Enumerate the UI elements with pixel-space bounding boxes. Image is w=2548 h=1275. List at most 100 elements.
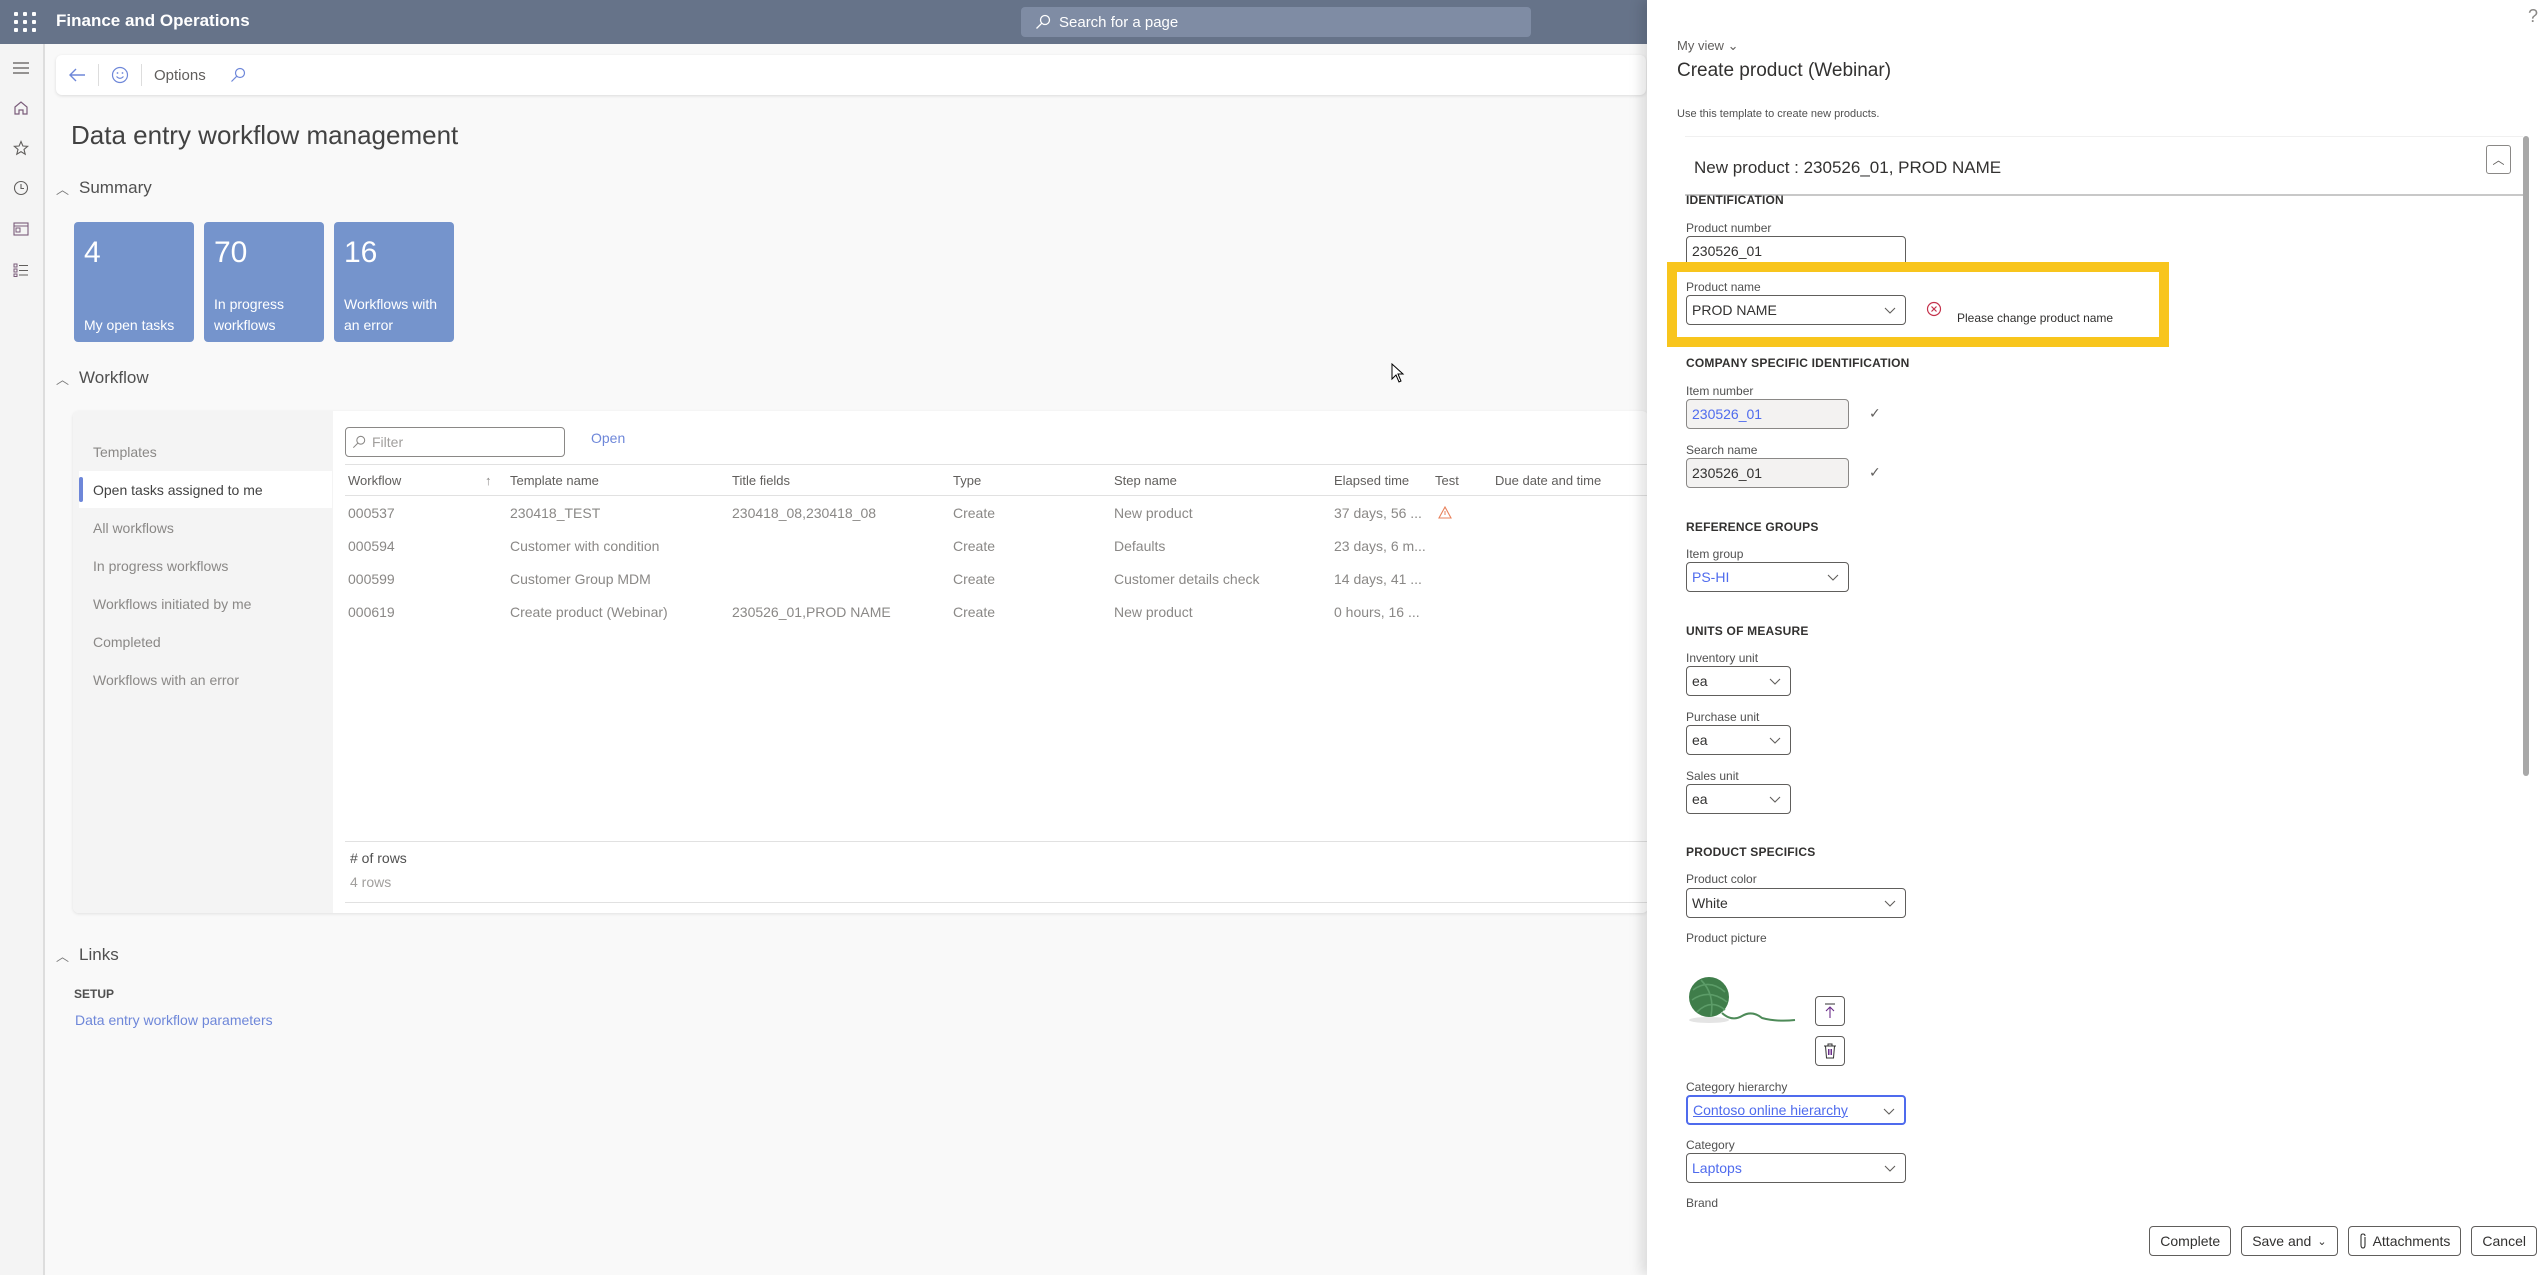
delete-picture-button[interactable] xyxy=(1815,1036,1845,1066)
table-row[interactable]: 000619 Create product (Webinar) 230526_01,… xyxy=(345,595,1648,628)
workspaces-icon[interactable] xyxy=(11,219,31,239)
home-icon[interactable] xyxy=(11,98,31,118)
cell-type: Create xyxy=(953,570,996,587)
feedback-button[interactable] xyxy=(99,55,141,95)
open-button[interactable]: Open xyxy=(591,430,625,446)
category-hierarchy-select[interactable]: Contoso online hierarchy xyxy=(1686,1095,1906,1125)
grid-footer: # of rows 4 rows xyxy=(345,841,1648,903)
filter-input[interactable]: Filter xyxy=(345,427,565,457)
group-reference-groups: REFERENCE GROUPS xyxy=(1686,520,1819,534)
table-row[interactable]: 000594 Customer with condition Create Defau… xyxy=(345,529,1648,562)
product-name-select[interactable]: PROD NAME xyxy=(1686,295,1906,325)
table-row[interactable]: 000599 Customer Group MDM Create Customer d… xyxy=(345,562,1648,595)
product-name-label: Product name xyxy=(1686,280,1761,294)
column-header-elapsed-time[interactable]: Elapsed time xyxy=(1334,465,1409,495)
group-units-of-measure: UNITS OF MEASURE xyxy=(1686,624,1809,638)
column-header-due-date[interactable]: Due date and time xyxy=(1495,465,1601,495)
back-arrow-icon xyxy=(69,68,85,82)
workflow-side-nav: Templates Open tasks assigned to me All … xyxy=(73,411,333,913)
sort-ascending-icon[interactable]: ↑ xyxy=(485,465,492,495)
group-company-specific: COMPANY SPECIFIC IDENTIFICATION xyxy=(1686,356,1910,370)
product-color-select[interactable]: White xyxy=(1686,888,1906,918)
category-hierarchy-value: Contoso online hierarchy xyxy=(1693,1102,1848,1118)
chevron-up-icon: ︿ xyxy=(56,948,70,964)
save-and-label: Save and xyxy=(2252,1233,2312,1249)
side-item-initiated-by-me[interactable]: Workflows initiated by me xyxy=(79,585,332,622)
column-header-type[interactable]: Type xyxy=(953,465,981,495)
options-tab[interactable]: Options xyxy=(142,55,218,95)
workflow-section-header[interactable]: ︿ Workflow xyxy=(56,368,149,388)
sales-unit-select[interactable]: ea xyxy=(1686,784,1791,814)
my-view-label: My view xyxy=(1677,38,1724,53)
cell-template-name: Customer with condition xyxy=(510,537,660,554)
attachments-button[interactable]: Attachments xyxy=(2347,1226,2462,1256)
product-number-value: 230526_01 xyxy=(1692,243,1763,259)
side-item-open-tasks[interactable]: Open tasks assigned to me xyxy=(79,471,332,508)
group-identification: IDENTIFICATION xyxy=(1686,193,1784,207)
table-row[interactable]: 000537 230418_TEST 230418_08,230418_08 Crea… xyxy=(345,496,1648,529)
side-item-templates[interactable]: Templates xyxy=(79,433,332,470)
save-and-button[interactable]: Save and ⌄ xyxy=(2241,1226,2338,1256)
column-header-template-name[interactable]: Template name xyxy=(510,465,599,495)
panel-title: Create product (Webinar) xyxy=(1677,60,1892,81)
cell-step-name: Customer details check xyxy=(1114,570,1260,587)
fasttab-title: New product : 230526_01, PROD NAME xyxy=(1694,158,2002,177)
chevron-down-icon xyxy=(1884,1165,1896,1172)
category-hierarchy-label: Category hierarchy xyxy=(1686,1080,1788,1094)
cell-elapsed-time: 0 hours, 16 ... xyxy=(1334,603,1420,620)
sales-unit-value: ea xyxy=(1692,791,1708,807)
item-group-select[interactable]: PS-HI xyxy=(1686,562,1849,592)
summary-section-header[interactable]: ︿ Summary xyxy=(56,178,152,198)
action-pane: Options xyxy=(56,55,1646,95)
links-section-header[interactable]: ︿ Links xyxy=(56,945,119,965)
page-search[interactable]: Search for a page xyxy=(1021,7,1531,37)
summary-header-label: Summary xyxy=(79,178,152,197)
tile-my-open-tasks[interactable]: 4 My open tasks xyxy=(74,222,194,342)
column-header-step-name[interactable]: Step name xyxy=(1114,465,1177,495)
side-item-completed[interactable]: Completed xyxy=(79,623,332,660)
side-item-with-error[interactable]: Workflows with an error xyxy=(79,661,332,698)
help-icon[interactable]: ? xyxy=(2528,6,2538,27)
back-button[interactable] xyxy=(56,55,98,95)
column-header-title-fields[interactable]: Title fields xyxy=(732,465,790,495)
search-name-value: 230526_01 xyxy=(1692,465,1763,481)
error-icon xyxy=(1926,301,1942,317)
category-select[interactable]: Laptops xyxy=(1686,1153,1906,1183)
favorites-star-icon[interactable] xyxy=(11,138,31,158)
side-item-all-workflows[interactable]: All workflows xyxy=(79,509,332,546)
workflow-grid: Workflow ↑ Template name Title fields Ty… xyxy=(345,464,1648,628)
brand-label: Brand xyxy=(1686,1196,1719,1210)
hamburger-menu-icon[interactable] xyxy=(11,58,31,78)
cell-workflow: 000619 xyxy=(348,603,395,620)
purchase-unit-value: ea xyxy=(1692,732,1708,748)
cancel-button[interactable]: Cancel xyxy=(2471,1226,2537,1256)
row-count-value: 4 rows xyxy=(350,874,392,890)
purchase-unit-label: Purchase unit xyxy=(1686,710,1760,724)
purchase-unit-select[interactable]: ea xyxy=(1686,725,1791,755)
search-name-input[interactable]: 230526_01 xyxy=(1686,458,1849,488)
app-title: Finance and Operations xyxy=(56,11,250,30)
tile-in-progress-workflows[interactable]: 70 In progress workflows xyxy=(204,222,324,342)
upload-picture-button[interactable] xyxy=(1815,996,1845,1026)
attachments-label: Attachments xyxy=(2372,1233,2451,1249)
tile-workflows-with-error[interactable]: 16 Workflows with an error xyxy=(334,222,454,342)
complete-button[interactable]: Complete xyxy=(2149,1226,2232,1256)
column-header-workflow[interactable]: Workflow xyxy=(348,465,401,495)
inventory-unit-select[interactable]: ea xyxy=(1686,666,1791,696)
parameters-link[interactable]: Data entry workflow parameters xyxy=(75,1012,273,1028)
panel-scrollbar[interactable] xyxy=(2523,136,2529,776)
app-launcher-icon[interactable] xyxy=(12,10,36,34)
recent-clock-icon[interactable] xyxy=(11,178,31,198)
action-search-button[interactable] xyxy=(218,55,258,95)
modules-list-icon[interactable] xyxy=(11,260,31,280)
cell-workflow: 000594 xyxy=(348,537,395,554)
smiley-icon xyxy=(111,66,129,84)
my-view-dropdown[interactable]: My view ⌄ xyxy=(1677,38,1738,54)
category-value: Laptops xyxy=(1692,1160,1742,1176)
collapse-button[interactable]: ︿ xyxy=(2486,145,2511,174)
cell-title-fields: 230418_08,230418_08 xyxy=(732,504,877,521)
column-header-test[interactable]: Test xyxy=(1435,465,1459,495)
item-number-input[interactable]: 230526_01 xyxy=(1686,399,1849,429)
side-item-in-progress[interactable]: In progress workflows xyxy=(79,547,332,584)
upload-icon xyxy=(1825,1003,1835,1018)
